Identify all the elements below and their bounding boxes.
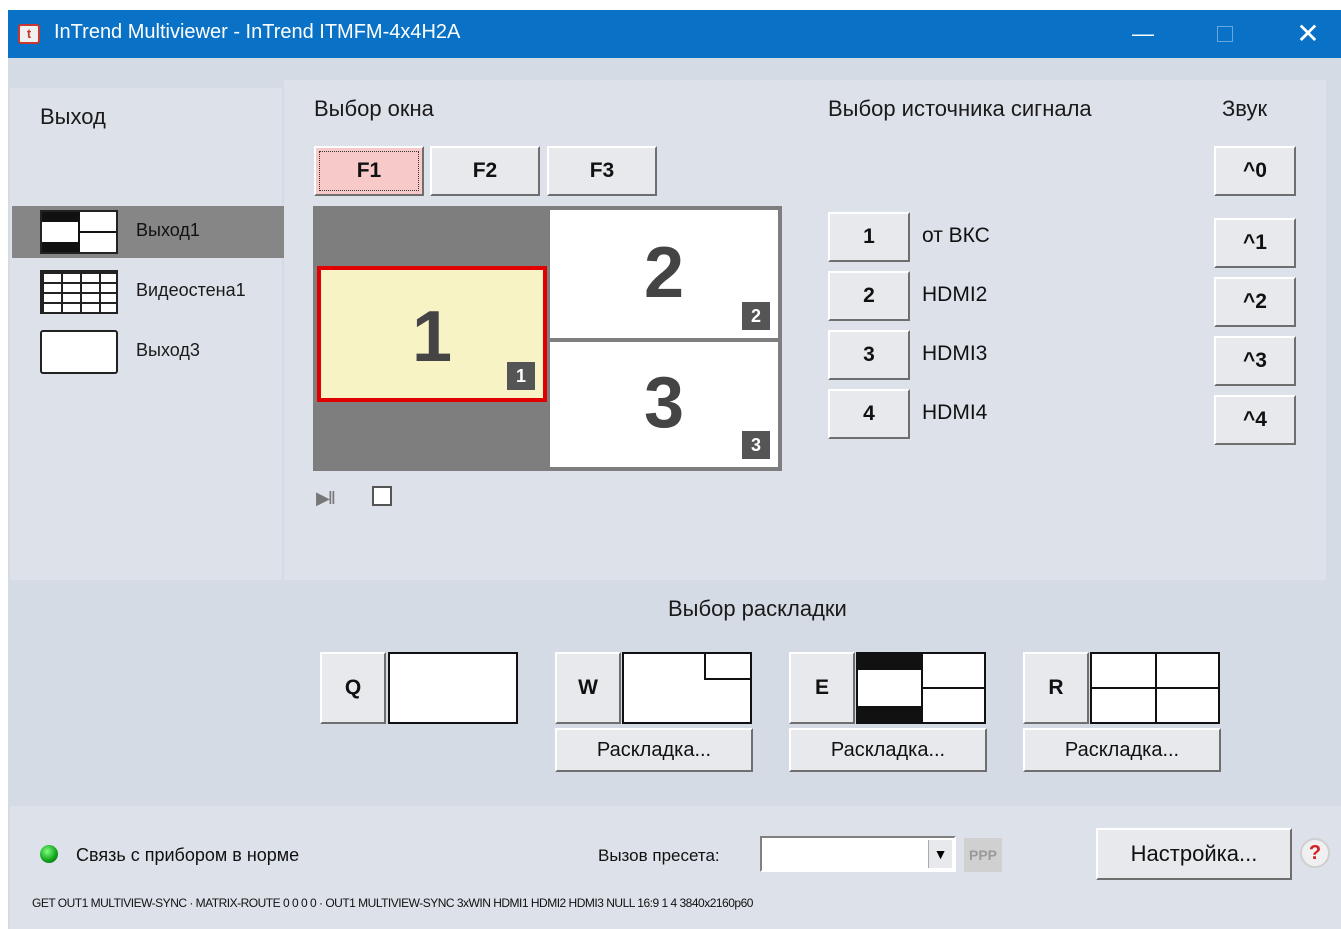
settings-button[interactable]: Настройка... xyxy=(1096,828,1292,880)
layout-preview-w[interactable] xyxy=(622,652,752,724)
title-bar: t InTrend Multiviewer - InTrend ITMFM-4x… xyxy=(0,0,1341,58)
connection-status: Связь с прибором в норме xyxy=(76,845,300,865)
connection-led-icon xyxy=(40,845,58,863)
layout-button-w[interactable]: W xyxy=(555,652,621,724)
play-pause-icon[interactable]: ▶II xyxy=(316,488,336,509)
layout-config-button-w[interactable]: Раскладка... xyxy=(555,728,753,772)
output-item-label: Выход1 xyxy=(136,220,200,240)
single-thumb-icon xyxy=(40,330,118,374)
layout-heading: Выбор раскладки xyxy=(668,596,847,621)
layout-preview-r[interactable] xyxy=(1090,652,1220,724)
sound-button-3[interactable]: ^3 xyxy=(1214,336,1296,386)
output-item-videostena1[interactable]: Видеостена1 xyxy=(12,266,284,318)
layout-config-button-e[interactable]: Раскладка... xyxy=(789,728,987,772)
layout-thumb-icon xyxy=(40,210,118,254)
videowall-thumb-icon xyxy=(40,270,118,314)
freeze-checkbox[interactable] xyxy=(372,486,392,506)
layout-config-button-r[interactable]: Раскладка... xyxy=(1023,728,1221,772)
sound-button-0[interactable]: ^0 xyxy=(1214,146,1296,196)
output-item-vyhod1[interactable]: Выход1 xyxy=(12,206,284,258)
source-button-4[interactable]: 4 xyxy=(828,389,910,439)
app-logo-icon: t xyxy=(18,24,40,44)
close-icon[interactable]: ✕ xyxy=(1283,14,1333,54)
window-badge: 2 xyxy=(742,302,770,330)
ppp-button[interactable]: PPP xyxy=(964,838,1002,872)
window-layout-canvas: 1 1 2 2 3 3 xyxy=(313,206,782,471)
sound-button-4[interactable]: ^4 xyxy=(1214,395,1296,445)
maximize-icon[interactable] xyxy=(1200,14,1250,54)
window-select-heading: Выбор окна xyxy=(314,96,434,121)
tab-f1[interactable]: F1 xyxy=(314,146,424,196)
preset-select[interactable]: ▼ xyxy=(760,836,956,872)
layout-button-q[interactable]: Q xyxy=(320,652,386,724)
preset-label: Вызов пресета: xyxy=(598,846,720,865)
source-label: HDMI3 xyxy=(922,342,988,365)
source-heading: Выбор источника сигнала xyxy=(828,96,1092,121)
tab-f3[interactable]: F3 xyxy=(547,146,657,196)
command-log: GET OUT1 MULTIVIEW-SYNC · MATRIX-ROUTE 0… xyxy=(32,896,753,910)
source-label: HDMI4 xyxy=(922,401,988,424)
minimize-icon[interactable]: — xyxy=(1118,14,1168,54)
sound-heading: Звук xyxy=(1222,96,1268,121)
source-label: от ВКС xyxy=(922,224,990,247)
source-button-1[interactable]: 1 xyxy=(828,212,910,262)
window-3[interactable]: 3 3 xyxy=(550,342,778,467)
sound-button-2[interactable]: ^2 xyxy=(1214,277,1296,327)
source-button-3[interactable]: 3 xyxy=(828,330,910,380)
output-item-label: Видеостена1 xyxy=(136,280,246,300)
help-icon[interactable]: ? xyxy=(1300,838,1330,868)
window-1[interactable]: 1 1 xyxy=(317,266,547,402)
output-heading: Выход xyxy=(40,104,106,129)
layout-button-e[interactable]: E xyxy=(789,652,855,724)
source-label: HDMI2 xyxy=(922,283,988,306)
layout-button-r[interactable]: R xyxy=(1023,652,1089,724)
sound-button-1[interactable]: ^1 xyxy=(1214,218,1296,268)
output-item-vyhod3[interactable]: Выход3 xyxy=(12,326,284,378)
window-title: InTrend Multiviewer - InTrend ITMFM-4x4H… xyxy=(54,21,461,43)
window-badge: 3 xyxy=(742,431,770,459)
tab-f2[interactable]: F2 xyxy=(430,146,540,196)
layout-preview-q[interactable] xyxy=(388,652,518,724)
dropdown-arrow-icon[interactable]: ▼ xyxy=(928,840,952,868)
window-badge: 1 xyxy=(507,362,535,390)
window-2[interactable]: 2 2 xyxy=(550,210,778,338)
output-item-label: Выход3 xyxy=(136,340,200,360)
source-button-2[interactable]: 2 xyxy=(828,271,910,321)
layout-preview-e[interactable] xyxy=(856,652,986,724)
